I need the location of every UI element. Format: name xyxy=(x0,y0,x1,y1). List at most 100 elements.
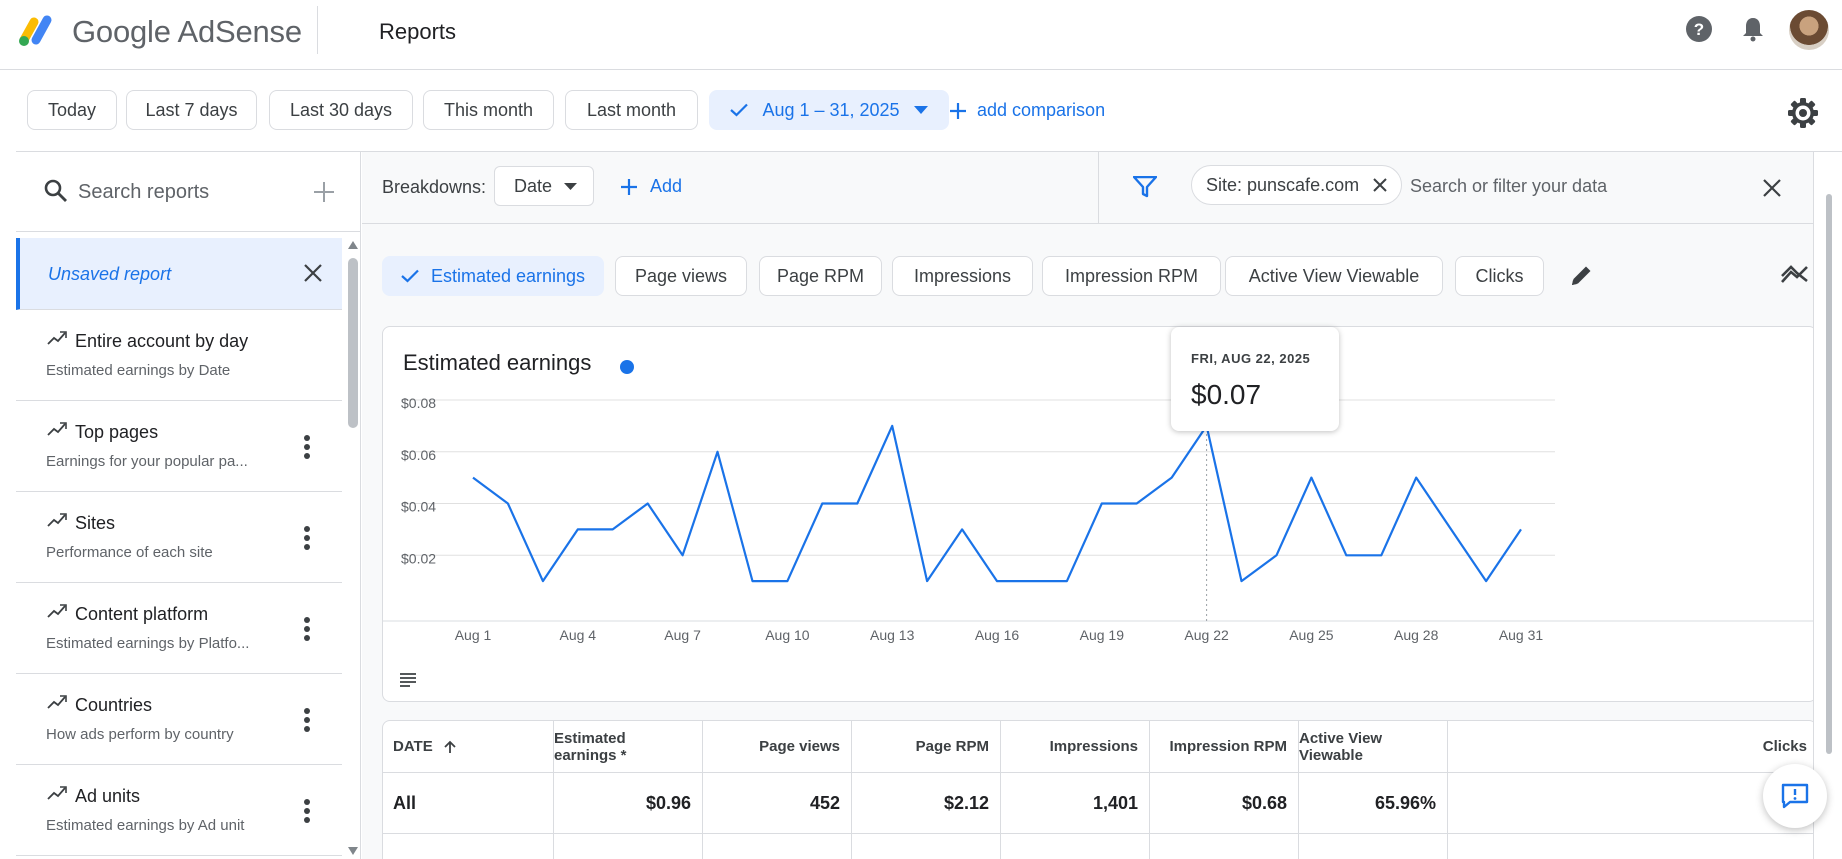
notifications-bell-icon[interactable] xyxy=(1738,14,1768,44)
column-header-impression-rpm[interactable]: Impression RPM xyxy=(1150,721,1299,772)
report-trend-icon xyxy=(47,513,67,527)
range-chip-today[interactable]: Today xyxy=(27,90,117,130)
sort-ascending-arrow-icon xyxy=(444,740,456,753)
range-chip-last-30-days[interactable]: Last 30 days xyxy=(269,90,413,130)
x-tick-label: Aug 28 xyxy=(1394,627,1439,643)
more-vert-icon[interactable] xyxy=(303,525,311,551)
column-header-label: DATE xyxy=(393,738,433,755)
top-app-bar: Google AdSense Reports ? xyxy=(0,0,1842,70)
table-cell xyxy=(703,834,852,859)
feedback-button[interactable] xyxy=(1763,764,1827,828)
y-tick-label: $0.02 xyxy=(401,550,436,566)
search-reports-input[interactable]: Search reports xyxy=(78,181,209,204)
table-cell-page-rpm: $2.12 xyxy=(852,773,1001,833)
metric-label: Estimated earnings xyxy=(430,265,586,286)
metric-chip-impression-rpm[interactable]: Impression RPM xyxy=(1042,256,1221,296)
column-header-clicks[interactable]: Clicks xyxy=(1448,721,1816,772)
breakdown-date-dropdown[interactable]: Date xyxy=(494,166,594,206)
table-cell xyxy=(852,834,1001,859)
report-item-top-pages[interactable]: Top pages Earnings for your popular pa..… xyxy=(16,401,342,492)
close-icon[interactable] xyxy=(304,264,322,282)
scroll-up-arrow-icon[interactable] xyxy=(347,240,359,250)
table-cell-impressions: 1,401 xyxy=(1001,773,1150,833)
adsense-logo-icon[interactable] xyxy=(16,10,58,48)
add-breakdown-button[interactable]: Add xyxy=(620,176,682,197)
site-filter-chip[interactable]: Site: punscafe.com xyxy=(1191,165,1403,205)
filter-search-input[interactable]: Search or filter your data xyxy=(1410,176,1607,197)
metric-chip-estimated-earnings[interactable]: Estimated earnings xyxy=(382,256,604,296)
help-icon[interactable]: ? xyxy=(1684,14,1714,44)
reports-sidebar: Search reports Unsaved report Entire acc… xyxy=(16,152,361,859)
unsaved-report-label: Unsaved report xyxy=(48,264,172,284)
report-title: Content platform xyxy=(75,604,209,624)
column-header-estimated-earnings[interactable]: Estimated earnings * xyxy=(554,721,703,772)
column-header-page-rpm[interactable]: Page RPM xyxy=(852,721,1001,772)
report-subtitle: Estimated earnings by Ad unit xyxy=(46,817,245,834)
metric-chip-active-view-viewable[interactable]: Active View Viewable xyxy=(1225,256,1443,296)
metric-chip-page-rpm[interactable]: Page RPM xyxy=(759,256,882,296)
active-date-range-label: Aug 1 – 31, 2025 xyxy=(762,99,900,120)
settings-gear-icon[interactable] xyxy=(1786,96,1820,130)
clear-filters-close-icon[interactable] xyxy=(1763,179,1781,197)
remove-filter-close-icon[interactable] xyxy=(1373,178,1387,192)
column-header-active-view-viewable[interactable]: Active View Viewable xyxy=(1299,721,1448,772)
filter-funnel-icon[interactable] xyxy=(1133,176,1157,198)
sidebar-scrollbar[interactable] xyxy=(346,238,360,859)
more-vert-icon[interactable] xyxy=(303,707,311,733)
table-cell-estimated-earnings: $0.96 xyxy=(554,773,703,833)
breakdown-date-label: Date xyxy=(514,175,553,196)
y-tick-label: $0.04 xyxy=(401,499,436,515)
date-range-bar: Today Last 7 days Last 30 days This mont… xyxy=(16,70,1842,152)
add-report-plus-icon[interactable] xyxy=(313,181,335,203)
report-subtitle: How ads perform by country xyxy=(46,726,234,743)
table-cell-clicks xyxy=(1448,773,1816,833)
table-cell-impression-rpm: $0.68 xyxy=(1150,773,1299,833)
chart-card: Estimated earnings $0.08 $0.06 $0.04 $0.02 A… xyxy=(382,326,1817,702)
column-header-impressions[interactable]: Impressions xyxy=(1001,721,1150,772)
x-tick-label: Aug 7 xyxy=(664,627,701,643)
table-cell xyxy=(554,834,703,859)
page-scrollbar-thumb[interactable] xyxy=(1826,194,1832,754)
chart-tooltip: FRI, AUG 22, 2025 $0.07 xyxy=(1171,327,1339,431)
search-reports-row[interactable]: Search reports xyxy=(16,152,361,232)
more-vert-icon[interactable] xyxy=(303,798,311,824)
edit-metrics-pencil-icon[interactable] xyxy=(1568,263,1594,289)
report-item-ad-units[interactable]: Ad units Estimated earnings by Ad unit xyxy=(16,765,342,856)
brand-name[interactable]: Google AdSense xyxy=(72,14,302,50)
unsaved-report-item[interactable]: Unsaved report xyxy=(16,238,342,310)
column-header-page-views[interactable]: Page views xyxy=(703,721,852,772)
check-icon xyxy=(730,103,749,117)
site-filter-label: Site: punscafe.com xyxy=(1206,174,1360,195)
report-trend-icon xyxy=(47,695,67,709)
more-vert-icon[interactable] xyxy=(303,434,311,460)
report-trend-icon xyxy=(47,604,67,618)
range-chip-last-7-days[interactable]: Last 7 days xyxy=(126,90,257,130)
add-comparison-button[interactable]: add comparison xyxy=(949,100,1105,121)
report-item-countries[interactable]: Countries How ads perform by country xyxy=(16,674,342,765)
report-item-content-platform[interactable]: Content platform Estimated earnings by P… xyxy=(16,583,342,674)
chart-type-trend-icon[interactable] xyxy=(1780,264,1810,286)
metric-chip-impressions[interactable]: Impressions xyxy=(892,256,1033,296)
table-cell xyxy=(1001,834,1150,859)
y-tick-label: $0.08 xyxy=(401,395,436,411)
more-vert-icon[interactable] xyxy=(303,616,311,642)
tooltip-value: $0.07 xyxy=(1191,379,1262,410)
table-cell xyxy=(1150,834,1299,859)
report-item-entire-account-by-day[interactable]: Entire account by day Estimated earnings… xyxy=(16,310,342,401)
column-header-date[interactable]: DATE xyxy=(383,721,554,772)
metric-chip-page-views[interactable]: Page views xyxy=(615,256,747,296)
metric-chip-clicks[interactable]: Clicks xyxy=(1455,256,1544,296)
range-chip-last-month[interactable]: Last month xyxy=(565,90,698,130)
chart-menu-lines-icon[interactable] xyxy=(399,673,417,687)
active-date-range-chip[interactable]: Aug 1 – 31, 2025 xyxy=(709,90,949,130)
user-avatar[interactable] xyxy=(1789,10,1829,50)
report-item-sites[interactable]: Sites Performance of each site xyxy=(16,492,342,583)
earnings-line-chart[interactable]: $0.08 $0.06 $0.04 $0.02 Aug 1 Aug 4 Aug 7 Aug 1… xyxy=(383,327,1816,701)
range-chip-this-month[interactable]: This month xyxy=(423,90,554,130)
x-tick-label: Aug 10 xyxy=(765,627,810,643)
report-subtitle: Earnings for your popular pa... xyxy=(46,453,248,470)
scroll-down-arrow-icon[interactable] xyxy=(347,846,359,856)
scrollbar-thumb[interactable] xyxy=(348,258,358,428)
page-scrollbar-strip[interactable] xyxy=(1813,152,1842,859)
page-title: Reports xyxy=(379,19,457,44)
